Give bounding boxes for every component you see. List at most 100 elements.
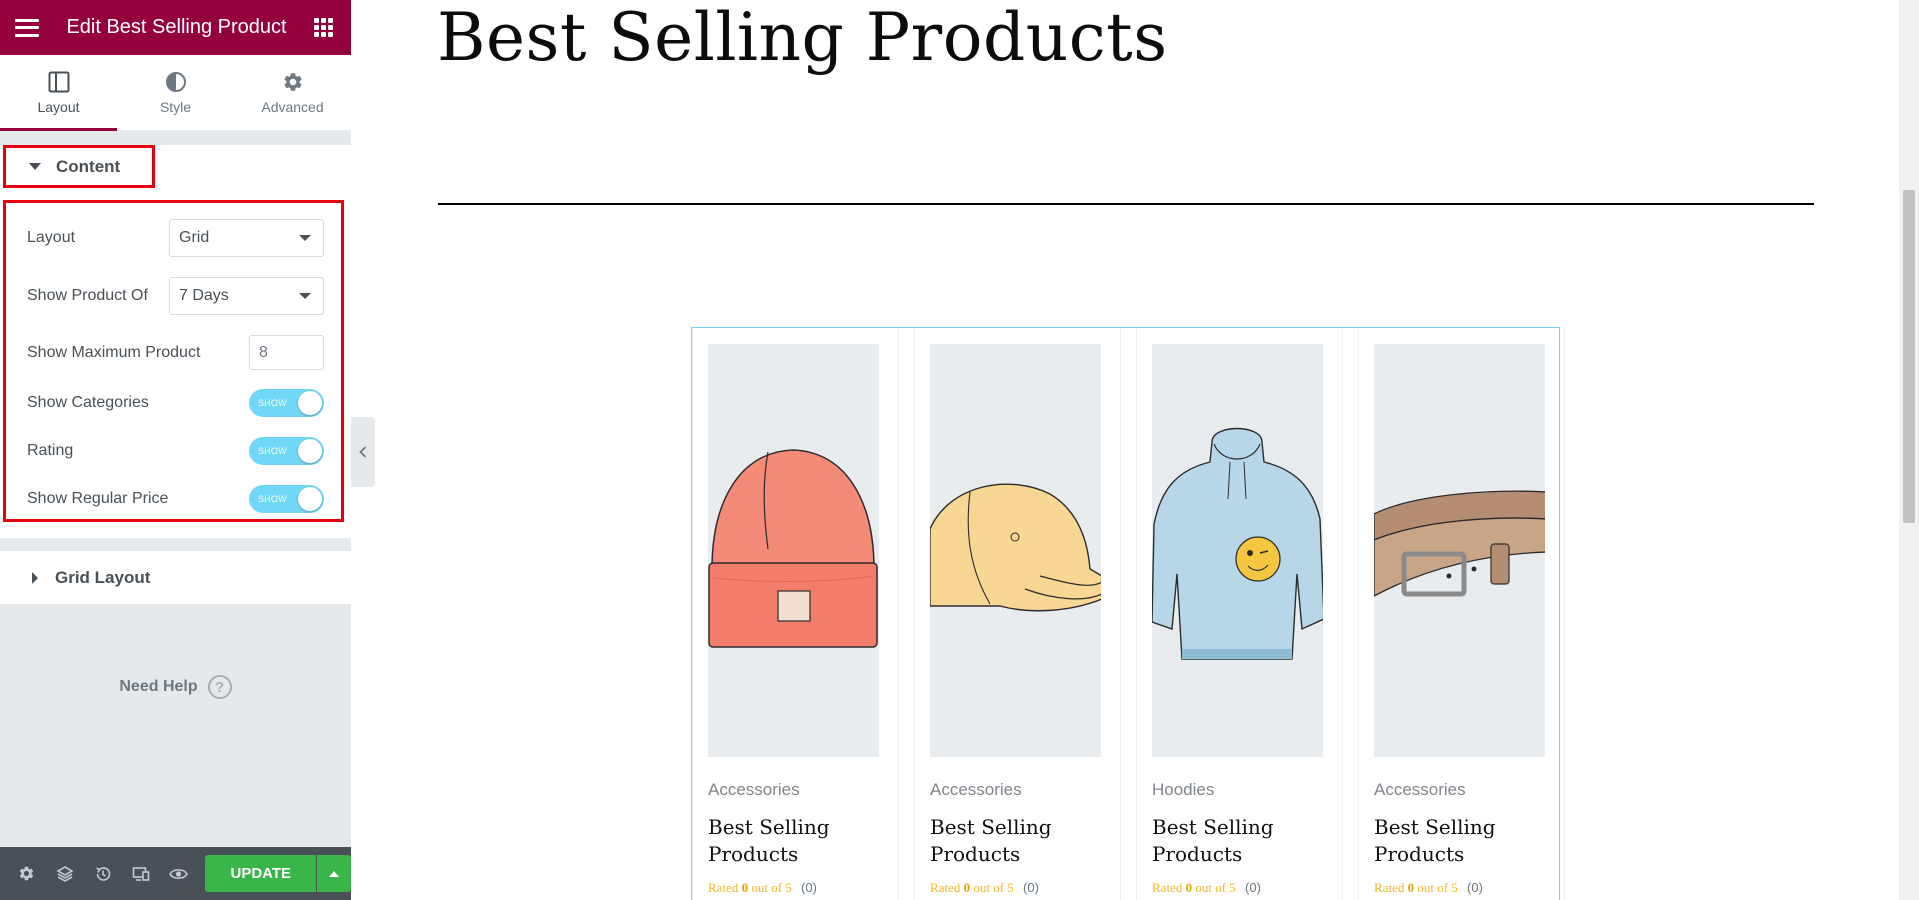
toggle-knob [298,487,322,511]
half-circle-icon [165,71,187,93]
grid-layout-label: Grid Layout [55,567,151,587]
review-count: (0) [1023,880,1039,895]
rating-value: 0 [963,880,971,895]
gear-icon [282,71,304,93]
product-category[interactable]: Accessories [1374,780,1466,800]
widgets-grid-icon[interactable] [314,18,333,37]
caret-right-icon [32,571,38,584]
rating-suffix: out of 5 [1417,880,1458,895]
scrollbar-thumb[interactable] [1903,190,1915,523]
need-help-link[interactable]: Need Help ? [0,672,351,702]
rating-value: 0 [1185,880,1193,895]
tab-advanced[interactable]: Advanced [234,55,351,130]
settings-icon[interactable] [8,847,46,900]
product-rating: Rated 0 out of 5 (0) [708,880,817,896]
product-card[interactable]: Accessories Best Selling Products Rated … [914,328,1121,900]
product-card[interactable]: Hoodies Best Selling Products Rated 0 ou… [1136,328,1343,900]
rating-toggle[interactable]: SHOW [249,437,324,465]
review-count: (0) [801,880,817,895]
product-image-cap[interactable] [930,344,1101,757]
panel-footer: UPDATE [0,847,352,900]
product-image-hoodie[interactable] [1152,344,1323,757]
eye-icon[interactable] [160,847,198,900]
layers-icon[interactable] [46,847,84,900]
product-category[interactable]: Accessories [708,780,800,800]
tab-style[interactable]: Style [117,55,234,130]
regular-price-toggle[interactable]: SHOW [249,485,324,513]
tab-layout-label: Layout [37,98,80,115]
layout-select-value: Grid [179,229,210,246]
chevron-left-icon [359,446,367,458]
responsive-icon[interactable] [122,847,160,900]
show-product-of-select[interactable]: 7 Days [169,277,324,315]
question-mark-icon: ? [207,675,232,699]
product-category[interactable]: Accessories [930,780,1022,800]
caret-down-icon [29,163,41,170]
regular-price-label: Show Regular Price [27,490,169,507]
product-category[interactable]: Hoodies [1152,780,1214,800]
show-product-of-value: 7 Days [179,287,229,304]
control-show-categories: Show Categories SHOW [27,389,324,417]
history-icon[interactable] [84,847,122,900]
divider [438,203,1814,205]
toggle-text: SHOW [258,446,287,456]
rating-prefix: Rated [708,880,739,895]
show-product-of-label: Show Product Of [27,287,148,304]
product-title[interactable]: Best Selling Products [930,814,1110,868]
product-image-belt[interactable] [1374,344,1545,757]
toggle-text: SHOW [258,398,287,408]
rating-value: 0 [1407,880,1415,895]
product-title[interactable]: Best Selling Products [1152,814,1332,868]
grid-layout-section-toggle[interactable]: Grid Layout [0,551,351,604]
review-count: (0) [1467,880,1483,895]
editor-panel: Edit Best Selling Product Layout Style A… [0,0,352,900]
panel-title: Edit Best Selling Product [66,16,287,38]
update-button[interactable]: UPDATE [205,855,317,892]
content-section-toggle[interactable]: Content [3,145,155,188]
menu-icon[interactable] [15,18,39,37]
panel-collapse-button[interactable] [351,417,375,487]
show-categories-toggle[interactable]: SHOW [249,389,324,417]
max-product-input[interactable]: 8 [249,335,324,370]
product-title[interactable]: Best Selling Products [708,814,888,868]
panel-header: Edit Best Selling Product [0,0,351,55]
tab-advanced-label: Advanced [261,98,324,115]
need-help-label: Need Help [119,678,198,695]
review-count: (0) [1245,880,1261,895]
toggle-knob [298,391,322,415]
caret-up-icon [329,870,340,877]
max-product-label: Show Maximum Product [27,343,201,361]
rating-label: Rating [27,442,74,459]
rating-suffix: out of 5 [973,880,1014,895]
content-section-header: Content [0,145,351,193]
toggle-text: SHOW [258,494,287,504]
best-selling-products-widget[interactable]: Accessories Best Selling Products Rated … [691,327,1565,900]
page-title: Best Selling Products [437,0,1168,76]
product-image-beanie[interactable] [708,344,879,757]
tab-style-label: Style [159,98,192,115]
rating-prefix: Rated [1152,880,1183,895]
control-show-product-of: Show Product Of 7 Days [27,277,324,315]
rating-suffix: out of 5 [1195,880,1236,895]
toggle-knob [298,439,322,463]
content-controls: Layout Grid Show Product Of 7 Days Show … [0,193,351,538]
product-card[interactable]: Accessories Best Selling Products Rated … [692,328,899,900]
control-rating: Rating SHOW [27,437,324,465]
product-rating: Rated 0 out of 5 (0) [930,880,1039,896]
product-rating: Rated 0 out of 5 (0) [1152,880,1261,896]
update-options-button[interactable] [317,855,352,892]
page-scrollbar[interactable] [1899,0,1919,900]
chevron-down-icon [299,293,311,299]
product-card[interactable]: Accessories Best Selling Products Rated … [1358,328,1565,900]
layout-icon [48,71,70,93]
product-title[interactable]: Best Selling Products [1374,814,1554,868]
panel-tabs: Layout Style Advanced [0,55,351,131]
control-regular-price: Show Regular Price SHOW [27,485,324,513]
rating-prefix: Rated [1374,880,1405,895]
layout-label: Layout [27,229,76,246]
control-layout: Layout Grid [27,219,324,257]
tab-layout[interactable]: Layout [0,55,117,131]
control-max-product: Show Maximum Product 8 [27,335,324,370]
content-section-label: Content [56,156,121,176]
layout-select[interactable]: Grid [169,219,324,257]
